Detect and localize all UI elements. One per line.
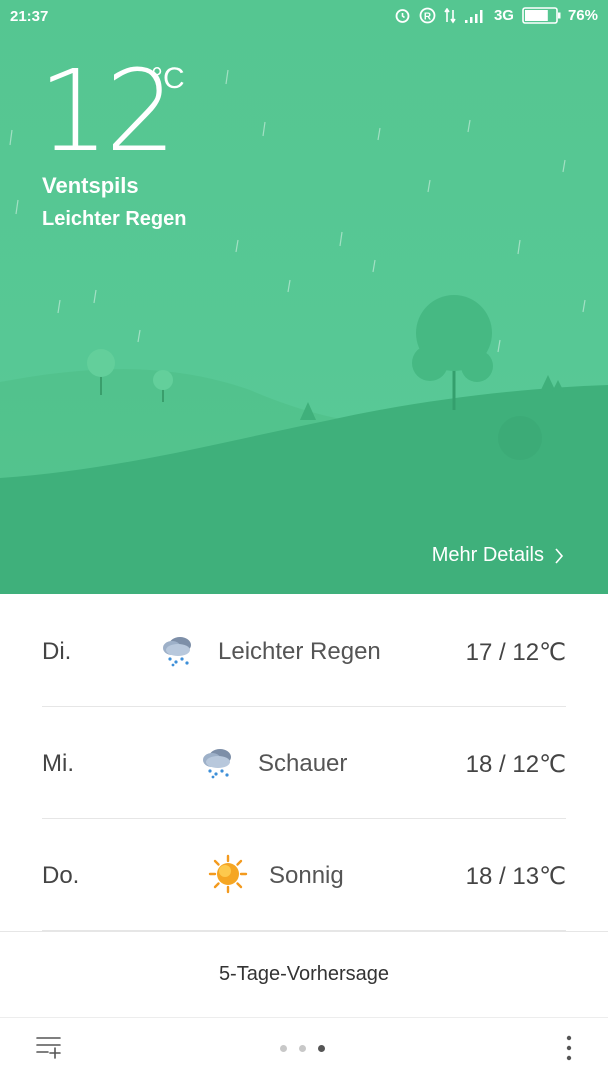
forecast-temp-range: 17 / 12℃ xyxy=(465,639,566,666)
data-arrows-icon xyxy=(444,7,456,24)
more-details-label: Mehr Details xyxy=(431,544,544,566)
battery-icon xyxy=(522,7,562,24)
battery-percent: 76% xyxy=(567,7,598,24)
five-day-forecast-button[interactable]: 5-Tage-Vorhersage xyxy=(0,931,608,1018)
page-dot[interactable] xyxy=(299,1045,306,1052)
city-name[interactable]: Ventspils xyxy=(42,173,139,199)
forecast-row[interactable]: Mi. Schauer 18 / 12℃ xyxy=(42,706,566,819)
alarm-icon xyxy=(394,7,411,24)
forecast-row[interactable]: Di. Leichter Regen 17 / 12℃ xyxy=(42,594,566,707)
more-vert-icon[interactable] xyxy=(565,1035,573,1066)
signal-icon xyxy=(464,8,486,24)
forecast-day: Do. xyxy=(42,862,80,889)
current-condition: Leichter Regen xyxy=(42,208,187,230)
registered-icon: R xyxy=(419,7,436,24)
status-bar: 21:37 R 3G 76% xyxy=(0,0,608,34)
page-dot[interactable] xyxy=(280,1045,287,1052)
page-indicator xyxy=(280,1045,337,1052)
svg-text:R: R xyxy=(424,12,432,23)
chevron-right-icon xyxy=(554,547,564,565)
status-icons: R 3G 76% xyxy=(394,7,598,24)
temperature-unit: °C xyxy=(151,62,185,95)
forecast-day: Mi. xyxy=(42,750,74,777)
forecast-temp-range: 18 / 12℃ xyxy=(465,751,566,778)
forecast-row[interactable]: Do. Sonnig 18 / 13℃ xyxy=(42,818,566,931)
bottom-bar xyxy=(0,1017,608,1080)
rain-cloud-icon xyxy=(160,632,196,668)
forecast-day: Di. xyxy=(42,638,72,665)
status-time: 21:37 xyxy=(10,8,49,25)
page-dot-active[interactable] xyxy=(318,1045,325,1052)
manage-cities-icon[interactable] xyxy=(36,1035,62,1064)
forecast-temp-range: 18 / 13℃ xyxy=(465,863,566,890)
rain-cloud-icon xyxy=(200,744,236,780)
weather-hero: 21:37 R 3G 76% 12 °C Ventspils Leichter … xyxy=(0,0,608,594)
network-type: 3G xyxy=(493,7,514,24)
forecast-condition: Sonnig xyxy=(269,862,344,889)
sun-icon xyxy=(208,854,248,894)
forecast-condition: Leichter Regen xyxy=(218,638,381,665)
forecast-condition: Schauer xyxy=(258,750,348,777)
more-details-link[interactable]: Mehr Details xyxy=(432,544,564,567)
